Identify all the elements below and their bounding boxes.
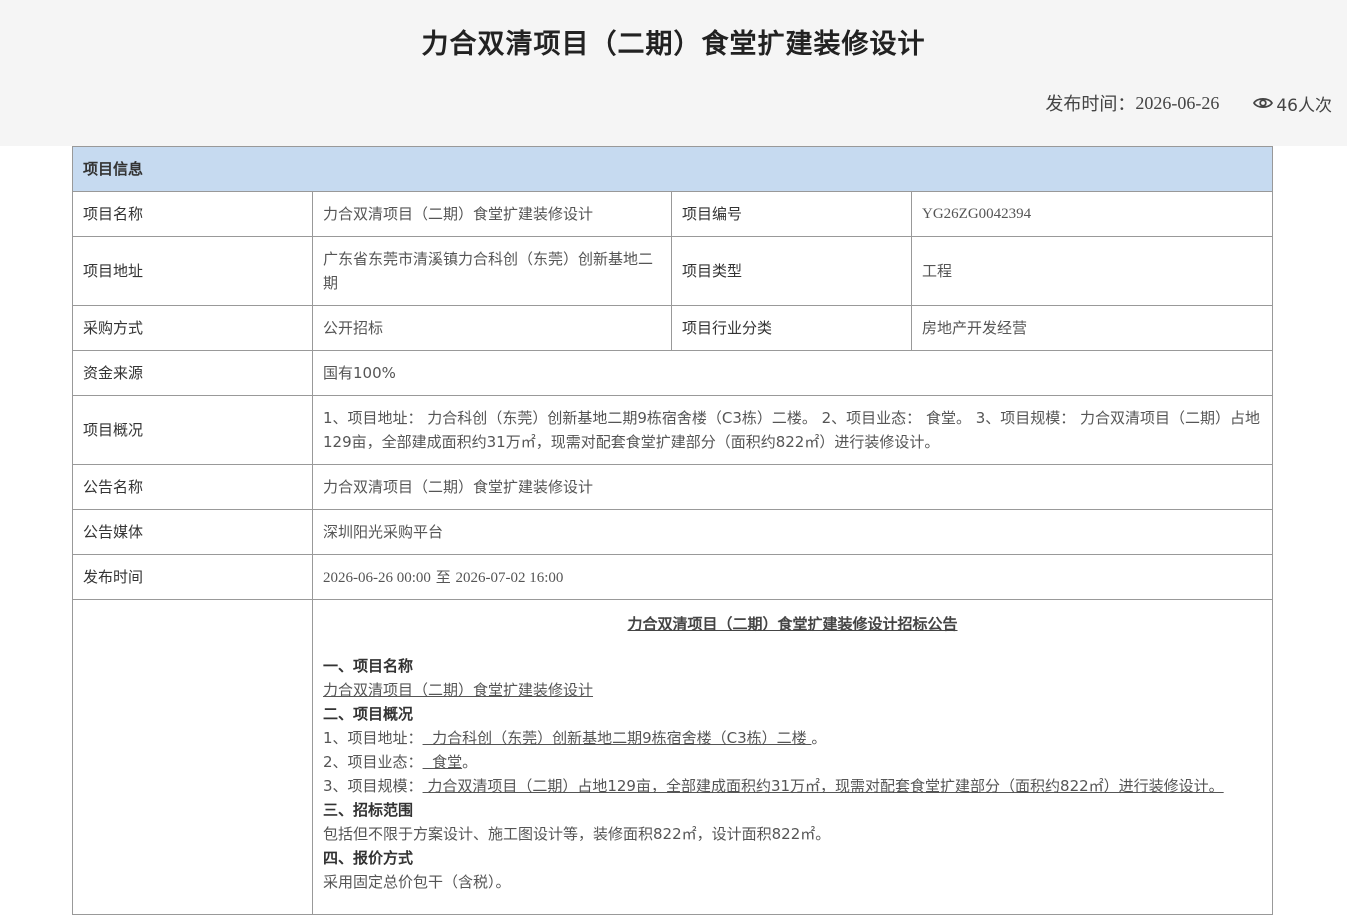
notice-name-value: 力合双清项目（二期）食堂扩建装修设计 xyxy=(311,464,1274,510)
eye-icon xyxy=(1253,97,1274,109)
purchase-label: 采购方式 xyxy=(72,305,313,351)
line-prefix: 1、项目地址： xyxy=(323,729,423,747)
overview-value: 1、项目地址： 力合科创（东莞）创新基地二期9栋宿舍楼（C3栋）二楼。 2、项目… xyxy=(311,395,1274,465)
time-value: 2026-06-26 00:00 至 2026-07-02 16:00 xyxy=(311,554,1274,600)
publish-meta: 发布时间： 2026-06-26 46人次 xyxy=(1045,90,1332,116)
view-count-text: 46人次 xyxy=(1276,95,1332,116)
page-header: 力合双清项目（二期）食堂扩建装修设计 发布时间： 2026-06-26 46人次 xyxy=(0,0,1347,146)
notice-title: 力合双清项目（二期）食堂扩建装修设计招标公告 xyxy=(627,615,958,633)
page-title: 力合双清项目（二期）食堂扩建装修设计 xyxy=(421,29,926,60)
address-value: 广东省东莞市清溪镇力合科创（东莞）创新基地二期 xyxy=(312,236,672,306)
section-1-title: 一、项目名称 xyxy=(323,657,414,675)
section-header-row: 项目信息 xyxy=(71,146,1274,192)
section-3-text: 包括但不限于方案设计、施工图设计等，装修面积822㎡，设计面积822㎡。 xyxy=(323,825,831,843)
project-no-value: YG26ZG0042394 xyxy=(910,191,1274,237)
section-3-title: 三、招标范围 xyxy=(323,801,414,819)
fund-label: 资金来源 xyxy=(72,350,313,396)
section-2-title: 二、项目概况 xyxy=(323,705,414,723)
project-no-label: 项目编号 xyxy=(671,191,912,237)
section-2-line-3: 3、项目规模： 力合双清项目（二期）占地129亩，全部建成面积约31万㎡，现需对… xyxy=(323,774,1262,798)
section-2-line-1: 1、项目地址： 力合科创（东莞）创新基地二期9栋宿舍楼（C3栋）二楼 。 xyxy=(323,726,1262,750)
table-row: 公告媒体 深圳阳光采购平台 xyxy=(72,509,1274,555)
media-label: 公告媒体 xyxy=(72,509,313,555)
table-row: 项目名称 力合双清项目（二期）食堂扩建装修设计 项目编号 YG26ZG00423… xyxy=(72,191,1274,237)
industry-label: 项目行业分类 xyxy=(671,305,912,351)
time-separator: 至 xyxy=(435,567,451,586)
line-value: 力合双清项目（二期）占地129亩，全部建成面积约31万㎡，现需对配套食堂扩建部分… xyxy=(422,777,1224,795)
section-2-line-2: 2、项目业态： 食堂。 xyxy=(323,750,1262,774)
section-1-text: 力合双清项目（二期）食堂扩建装修设计 xyxy=(323,681,594,699)
publish-label: 发布时间： xyxy=(1045,94,1136,115)
table-row: 资金来源 国有100% xyxy=(72,350,1274,396)
notice-content: 力合双清项目（二期）食堂扩建装修设计招标公告 一、项目名称 力合双清项目（二期）… xyxy=(311,599,1274,915)
type-value: 工程 xyxy=(910,236,1274,306)
table-row: 采购方式 公开招标 项目行业分类 房地产开发经营 xyxy=(72,305,1274,351)
table-row: 项目地址 广东省东莞市清溪镇力合科创（东莞）创新基地二期 项目类型 工程 xyxy=(72,236,1274,306)
line-suffix: 。 xyxy=(462,753,478,771)
time-end: 2026-07-02 16:00 xyxy=(455,569,564,586)
publish-date: 2026-06-26 xyxy=(1135,92,1220,113)
project-name-label: 项目名称 xyxy=(72,191,313,237)
notice-label-cell xyxy=(72,599,313,915)
project-info-table: 项目信息 项目名称 力合双清项目（二期）食堂扩建装修设计 项目编号 YG26ZG… xyxy=(71,146,1274,915)
industry-value: 房地产开发经营 xyxy=(910,305,1274,351)
table-row: 公告名称 力合双清项目（二期）食堂扩建装修设计 xyxy=(72,464,1274,510)
line-suffix: 。 xyxy=(811,729,827,747)
purchase-value: 公开招标 xyxy=(312,305,672,351)
line-value: 食堂 xyxy=(422,753,463,771)
section-title: 项目信息 xyxy=(71,146,1274,192)
notice-row: 力合双清项目（二期）食堂扩建装修设计招标公告 一、项目名称 力合双清项目（二期）… xyxy=(72,599,1274,915)
address-label: 项目地址 xyxy=(72,236,313,306)
time-start: 2026-06-26 00:00 xyxy=(323,569,431,586)
overview-label: 项目概况 xyxy=(72,395,313,465)
line-prefix: 2、项目业态： xyxy=(323,753,423,771)
line-value: 力合科创（东莞）创新基地二期9栋宿舍楼（C3栋）二楼 xyxy=(422,729,812,747)
notice-name-label: 公告名称 xyxy=(72,464,313,510)
view-count: 46人次 xyxy=(1253,91,1332,116)
table-row: 项目概况 1、项目地址： 力合科创（东莞）创新基地二期9栋宿舍楼（C3栋）二楼。… xyxy=(72,395,1274,465)
line-prefix: 3、项目规模： xyxy=(323,777,423,795)
project-name-value: 力合双清项目（二期）食堂扩建装修设计 xyxy=(312,191,672,237)
table-row: 发布时间 2026-06-26 00:00 至 2026-07-02 16:00 xyxy=(72,554,1274,600)
media-value: 深圳阳光采购平台 xyxy=(311,509,1274,555)
fund-value: 国有100% xyxy=(311,350,1274,396)
section-4-title: 四、报价方式 xyxy=(323,849,414,867)
time-label: 发布时间 xyxy=(72,554,313,600)
type-label: 项目类型 xyxy=(671,236,912,306)
section-4-text: 采用固定总价包干（含税）。 xyxy=(323,873,511,891)
